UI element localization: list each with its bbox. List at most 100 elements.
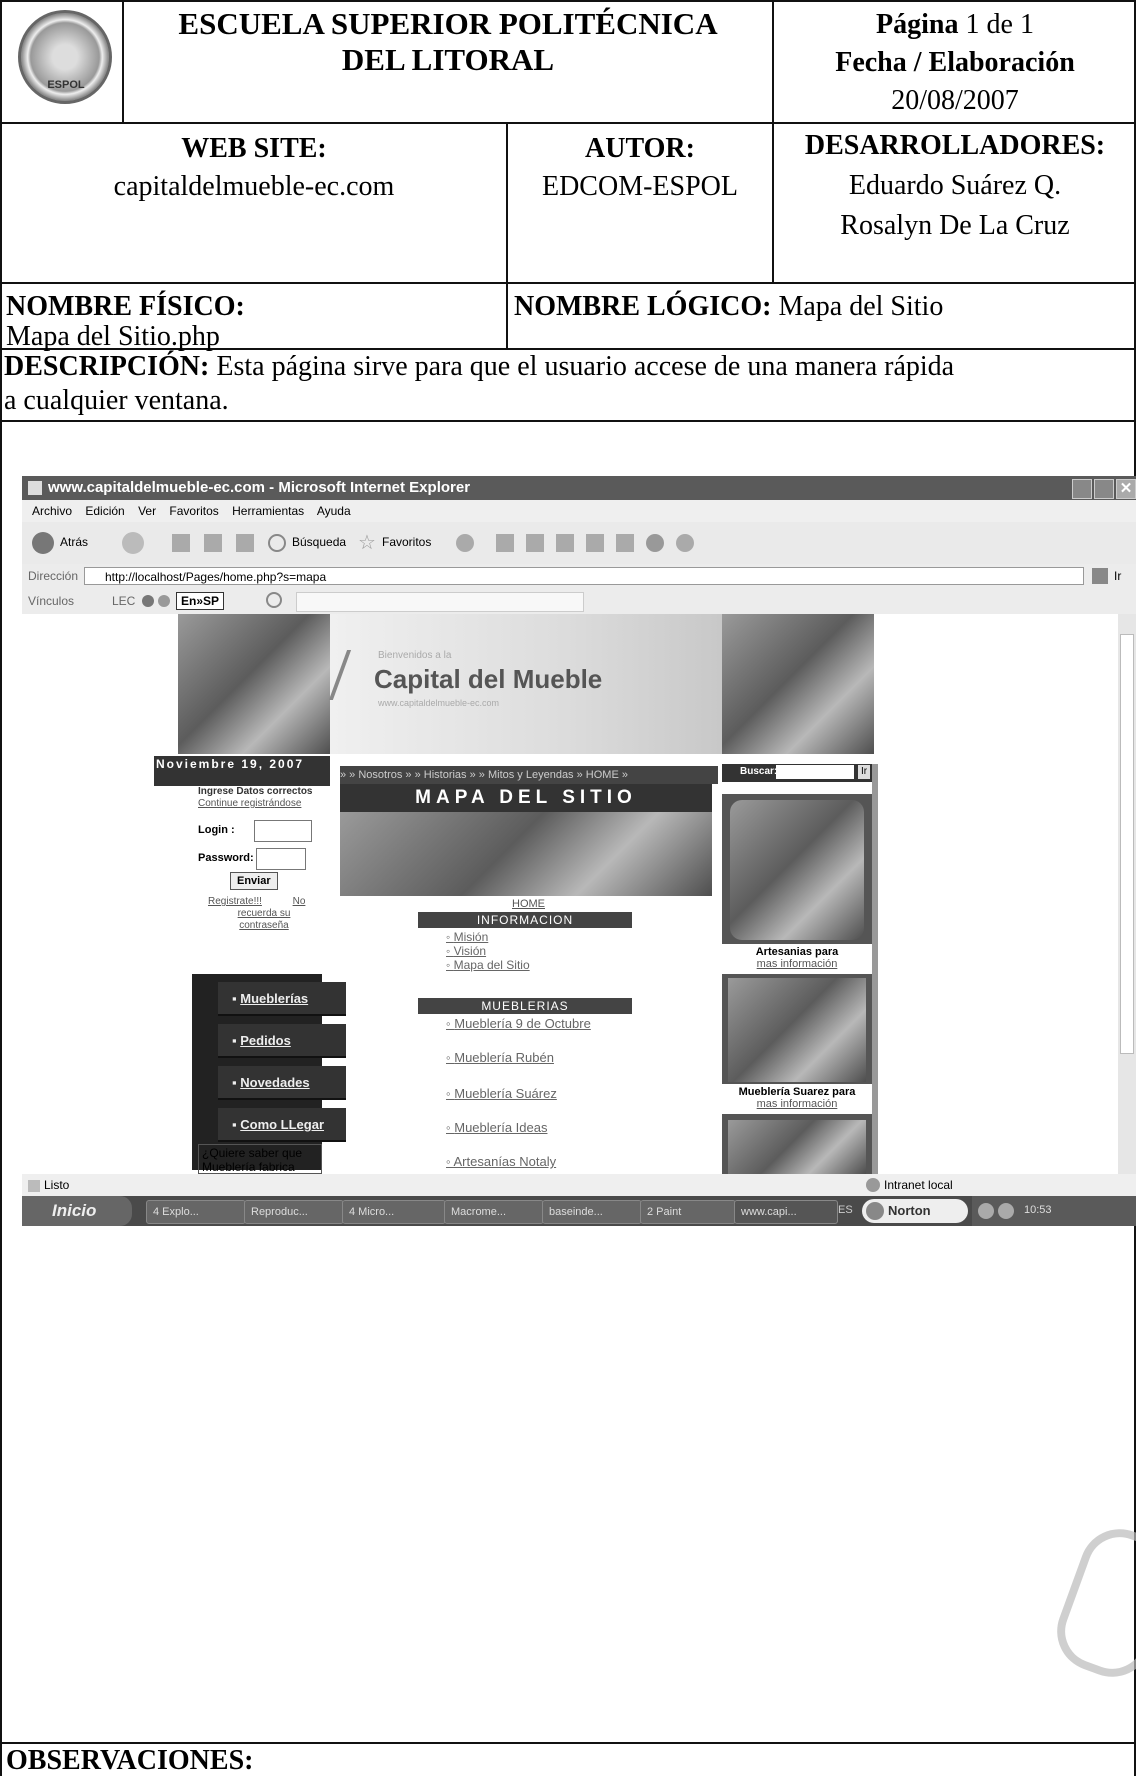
link-muebleria-suarez[interactable]: ◦ Mueblería Suárez xyxy=(446,1086,557,1101)
back-arrow-icon[interactable] xyxy=(32,532,54,554)
link-mapa-del-sitio[interactable]: ◦ Mapa del Sitio xyxy=(446,958,530,972)
menu-favoritos[interactable]: Favoritos xyxy=(169,504,218,518)
nav-pedidos[interactable]: ▪ Pedidos xyxy=(218,1024,346,1058)
ad2-link[interactable]: mas información xyxy=(722,1098,872,1110)
brand-name: Capital del Mueble xyxy=(374,664,603,694)
menu-ayuda[interactable]: Ayuda xyxy=(317,504,351,518)
furniture-collage xyxy=(340,812,712,896)
task-explorer[interactable]: 4 Explo... xyxy=(146,1200,246,1224)
nav-como-llegar[interactable]: ▪ Como LLegar xyxy=(218,1108,346,1142)
section-mueblerias: MUEBLERIAS xyxy=(418,998,632,1014)
toolbar-search-input[interactable] xyxy=(296,592,584,612)
messenger-icon[interactable] xyxy=(646,534,664,552)
language-indicator[interactable]: ES xyxy=(838,1204,853,1216)
home-icon[interactable] xyxy=(236,534,254,552)
menu-bar: Archivo Edición Ver Favoritos Herramient… xyxy=(22,500,1136,522)
link-vision[interactable]: ◦ Visión xyxy=(446,944,486,958)
address-label: Dirección xyxy=(28,569,79,583)
password-input[interactable] xyxy=(256,848,306,870)
lec-icon[interactable] xyxy=(142,595,154,607)
task-macromedia[interactable]: Macrome... xyxy=(444,1200,544,1224)
translate-dropdown[interactable]: En»SP xyxy=(176,592,225,610)
mail-icon[interactable] xyxy=(496,534,514,552)
back-button[interactable]: Atrás xyxy=(60,535,88,549)
link-muebleria-ruben[interactable]: ◦ Mueblería Rubén xyxy=(446,1050,554,1065)
login-input[interactable] xyxy=(254,820,312,842)
ad-image-suarez[interactable] xyxy=(728,978,866,1082)
tray-icon[interactable] xyxy=(978,1203,994,1219)
site-search-button[interactable]: Ir xyxy=(858,765,870,779)
ad-image-artesanias[interactable] xyxy=(730,800,864,940)
date-label: Fecha / Elaboración xyxy=(835,47,1075,78)
task-microsoft[interactable]: 4 Micro... xyxy=(342,1200,446,1224)
search-icon[interactable] xyxy=(268,534,286,552)
description-line2: a cualquier ventana. xyxy=(4,385,229,416)
divider xyxy=(506,282,508,348)
ad-image-3[interactable] xyxy=(728,1120,866,1174)
refresh-icon[interactable] xyxy=(204,534,222,552)
date-banner: Noviembre 19, 2007 xyxy=(154,756,330,786)
star-icon[interactable]: ☆ xyxy=(358,530,376,555)
history-icon[interactable] xyxy=(456,534,474,552)
link-muebleria-ideas[interactable]: ◦ Mueblería Ideas xyxy=(446,1120,547,1135)
go-arrow-icon[interactable] xyxy=(1092,568,1108,584)
users-icon[interactable] xyxy=(676,534,694,552)
ad1-link[interactable]: mas información xyxy=(722,958,872,970)
institution-line2: DEL LITORAL xyxy=(341,42,555,77)
magnifier-icon[interactable] xyxy=(266,592,282,608)
login-subtitle[interactable]: Continue registrándose xyxy=(198,798,301,809)
tray-icon[interactable] xyxy=(998,1203,1014,1219)
maximize-icon[interactable] xyxy=(1094,479,1114,499)
lec-icon[interactable] xyxy=(158,595,170,607)
go-button[interactable]: Ir xyxy=(1114,564,1121,588)
menu-herramientas[interactable]: Herramientas xyxy=(232,504,304,518)
search-label: Buscar: xyxy=(740,766,778,777)
start-button[interactable]: Inicio xyxy=(22,1196,132,1226)
description-line1: DESCRIPCIÓN: Esta página sirve para que … xyxy=(4,351,955,382)
close-icon[interactable]: ✕ xyxy=(1116,479,1136,499)
search-button[interactable]: Búsqueda xyxy=(292,535,346,549)
task-baseinde[interactable]: baseinde... xyxy=(542,1200,642,1224)
question-box: ¿Quiere saber que Mueblería fabrica xyxy=(198,1144,322,1174)
developers-label: DESARROLLADORES: xyxy=(804,130,1106,161)
forward-arrow-icon[interactable] xyxy=(122,532,144,554)
developer-1: Eduardo Suárez Q. xyxy=(848,170,1062,201)
logo-text: ESPOL xyxy=(47,79,85,91)
author-cell: AUTOR: EDCOM-ESPOL xyxy=(508,130,772,206)
address-input[interactable]: http://localhost/Pages/home.php?s=mapa xyxy=(84,567,1084,585)
favorites-button[interactable]: Favoritos xyxy=(382,535,431,549)
header-photo-right xyxy=(722,614,874,754)
nav-mueblerias[interactable]: ▪ Mueblerías xyxy=(218,982,346,1016)
site-search-input[interactable] xyxy=(776,765,854,779)
border-left xyxy=(0,0,2,1776)
page-heading: MAPA DEL SITIO xyxy=(340,784,712,812)
print-icon[interactable] xyxy=(526,534,544,552)
edit-icon[interactable] xyxy=(556,534,574,552)
date-value: 20/08/2007 xyxy=(891,85,1019,116)
task-browser[interactable]: www.capi... xyxy=(734,1200,838,1224)
norton-button[interactable]: Norton xyxy=(862,1199,968,1223)
link-artesanias-notaly[interactable]: ◦ Artesanías Notaly xyxy=(446,1154,556,1169)
link-muebleria-9-de-octubre[interactable]: ◦ Mueblería 9 de Octubre xyxy=(446,1016,591,1031)
nav-novedades[interactable]: ▪ Novedades xyxy=(218,1066,346,1100)
task-paint[interactable]: 2 Paint xyxy=(640,1200,736,1224)
forgot-password-link[interactable]: No recuerda su contraseña xyxy=(216,896,312,932)
discuss-icon[interactable] xyxy=(586,534,604,552)
home-link[interactable]: HOME xyxy=(512,898,545,910)
task-reproductor[interactable]: Reproduc... xyxy=(244,1200,344,1224)
developers-cell: DESARROLLADORES: Eduardo Suárez Q. Rosal… xyxy=(774,126,1136,246)
vertical-scrollbar[interactable] xyxy=(1118,614,1136,1174)
minimize-icon[interactable] xyxy=(1072,479,1092,499)
menu-edicion[interactable]: Edición xyxy=(85,504,124,518)
side-strip xyxy=(872,764,878,1174)
website-label: WEB SITE: xyxy=(181,133,327,164)
breadcrumb-nav[interactable]: » » Nosotros » » Historias » » Mitos y L… xyxy=(340,766,718,784)
stop-icon[interactable] xyxy=(172,534,190,552)
menu-ver[interactable]: Ver xyxy=(138,504,156,518)
link-mision[interactable]: ◦ Misión xyxy=(446,930,488,944)
research-icon[interactable] xyxy=(616,534,634,552)
ad1-title: Artesanias para xyxy=(755,946,839,958)
submit-button[interactable]: Enviar xyxy=(230,872,278,890)
scrollbar-thumb[interactable] xyxy=(1120,634,1134,1054)
menu-archivo[interactable]: Archivo xyxy=(32,504,72,518)
